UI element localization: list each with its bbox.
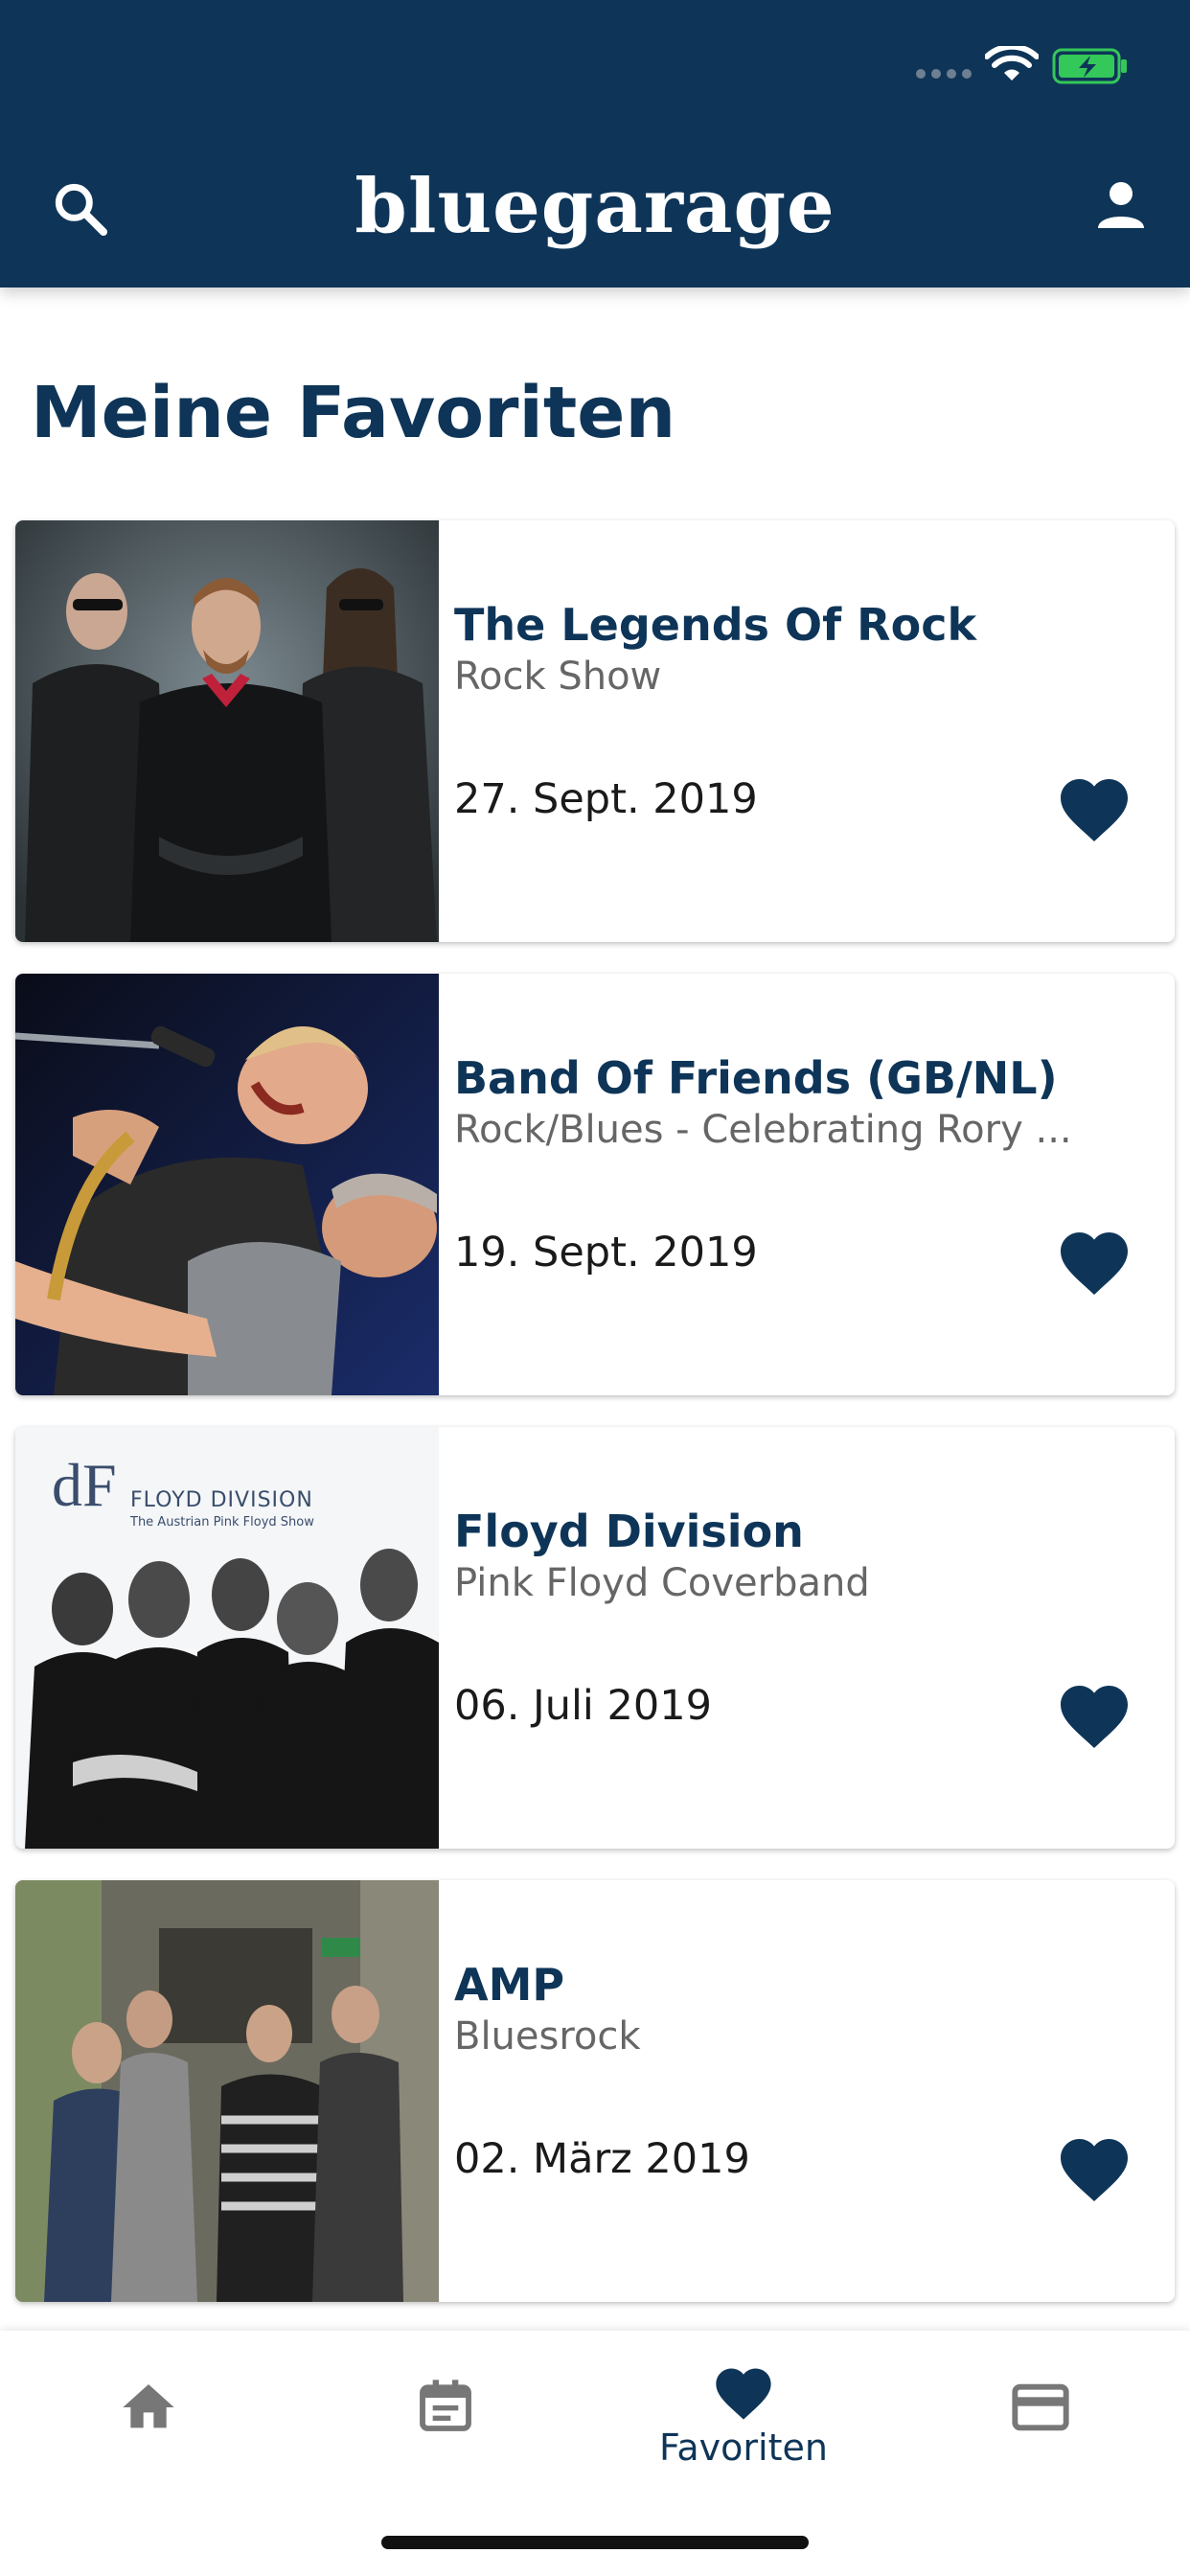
- event-image: [15, 520, 439, 942]
- event-title: The Legends Of Rock: [454, 599, 977, 651]
- favorite-card[interactable]: AMP Bluesrock 02. März 2019: [15, 1880, 1175, 2302]
- nav-favorites[interactable]: Favoriten: [595, 2331, 892, 2503]
- event-subtitle: Pink Floyd Coverband: [454, 1561, 870, 1605]
- event-image: [15, 1880, 439, 2302]
- nav-home[interactable]: [0, 2331, 297, 2503]
- favorite-card[interactable]: The Legends Of Rock Rock Show 27. Sept. …: [15, 520, 1175, 942]
- nav-favorites-label: Favoriten: [659, 2426, 828, 2469]
- favorite-card[interactable]: dF FLOYD DIVISION The Austrian Pink Floy…: [15, 1427, 1175, 1849]
- page-title: Meine Favoriten: [31, 372, 676, 454]
- app-logo: bluegarage: [355, 163, 835, 250]
- event-subtitle: Rock/Blues - Celebrating Rory ...: [454, 1108, 1072, 1152]
- event-date: 19. Sept. 2019: [454, 1229, 758, 1276]
- heart-icon[interactable]: [1056, 2131, 1133, 2204]
- battery-charging-icon: [1052, 48, 1127, 84]
- signal-strength-icon: [916, 69, 972, 79]
- event-date: 02. März 2019: [454, 2135, 750, 2183]
- event-title: AMP: [454, 1959, 565, 2011]
- heart-icon[interactable]: [1056, 1678, 1133, 1751]
- wifi-icon: [985, 46, 1039, 80]
- person-icon[interactable]: [1090, 174, 1152, 236]
- event-image: [15, 974, 439, 1395]
- event-date: 06. Juli 2019: [454, 1682, 712, 1730]
- home-indicator: [381, 2536, 809, 2549]
- nav-tickets[interactable]: [892, 2331, 1189, 2503]
- favorite-card[interactable]: Band Of Friends (GB/NL) Rock/Blues - Cel…: [15, 974, 1175, 1395]
- event-title: Band Of Friends (GB/NL): [454, 1052, 1058, 1104]
- heart-icon[interactable]: [1056, 771, 1133, 844]
- event-subtitle: Bluesrock: [454, 2014, 641, 2058]
- event-subtitle: Rock Show: [454, 655, 662, 699]
- credit-card-icon: [1012, 2383, 1069, 2431]
- image-band-name: FLOYD DIVISION: [130, 1488, 313, 1512]
- nav-events[interactable]: [297, 2331, 594, 2503]
- heart-icon[interactable]: [1056, 1225, 1133, 1298]
- event-image: dF FLOYD DIVISION The Austrian Pink Floy…: [15, 1427, 439, 1849]
- svg-text:dF: dF: [52, 1451, 117, 1519]
- event-title: Floyd Division: [454, 1506, 804, 1557]
- image-band-tagline: The Austrian Pink Floyd Show: [130, 1515, 314, 1530]
- app-header: bluegarage: [0, 0, 1190, 288]
- calendar-icon: [420, 2380, 471, 2431]
- heart-icon: [716, 2368, 771, 2420]
- home-icon: [123, 2384, 174, 2428]
- event-date: 27. Sept. 2019: [454, 775, 758, 823]
